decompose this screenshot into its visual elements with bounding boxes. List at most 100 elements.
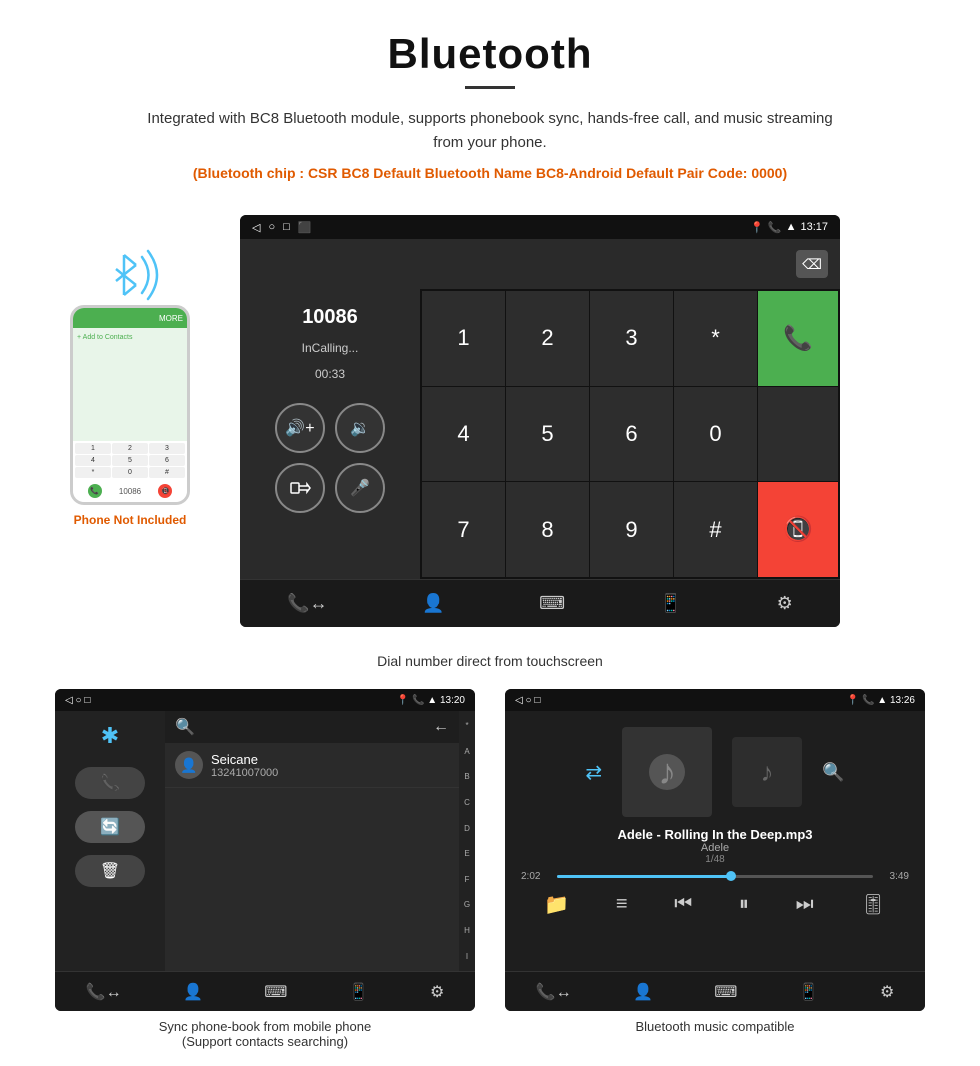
bluetooth-waves (90, 245, 170, 305)
dial-key-3[interactable]: 3 (590, 291, 673, 386)
phonebook-caption: Sync phone-book from mobile phone (Suppo… (149, 1011, 381, 1053)
key-star[interactable]: * (75, 467, 111, 478)
phone-call-button[interactable]: 📞 (88, 484, 102, 498)
phone-end-button[interactable]: 📵 (158, 484, 172, 498)
music-play-pause-icon[interactable]: ⏸ (739, 893, 749, 916)
key-3[interactable]: 3 (149, 443, 185, 454)
dial-key-2[interactable]: 2 (506, 291, 589, 386)
pb-delete-btn[interactable]: 🗑 (75, 855, 145, 887)
dial-key-hash[interactable]: # (674, 482, 757, 577)
volume-down-button[interactable]: 🔉 (335, 403, 385, 453)
pb-alpha-h[interactable]: H (464, 918, 470, 944)
pb-alpha-f[interactable]: F (465, 867, 470, 893)
key-2[interactable]: 2 (112, 443, 148, 454)
dial-key-9[interactable]: 9 (590, 482, 673, 577)
key-0[interactable]: 0 (112, 467, 148, 478)
pb-alpha-b[interactable]: B (464, 764, 469, 790)
nav-recent-icon: □ (283, 221, 290, 234)
music-nav-dialpad-icon[interactable]: ⌨ (714, 982, 737, 1002)
pb-content: ✱ 📞 🔄 🗑 🔍 ← 👤 (55, 711, 475, 971)
key-4[interactable]: 4 (75, 455, 111, 466)
pb-nav-bar: 📞↔ 👤 ⌨ 📱 ⚙ (55, 971, 475, 1011)
nav-settings-icon[interactable]: ⚙ (777, 593, 793, 614)
pb-call-btn[interactable]: 📞 (75, 767, 145, 799)
pb-contact-row[interactable]: 👤 Seicane 13241007000 (165, 743, 459, 788)
volume-up-button[interactable]: 🔊+ (275, 403, 325, 453)
pb-alpha-a[interactable]: A (464, 739, 469, 765)
phonebook-screen: ◁ ○ □ 📍 📞 ▲ 13:20 ✱ 📞 🔄 🗑 (55, 689, 475, 1011)
key-hash[interactable]: # (149, 467, 185, 478)
dial-key-8[interactable]: 8 (506, 482, 589, 577)
pb-alpha-g[interactable]: G (464, 892, 470, 918)
pb-call-icon: 📞 (412, 695, 424, 706)
dial-key-star[interactable]: * (674, 291, 757, 386)
music-total-time: 3:49 (881, 871, 909, 882)
music-current-time: 2:02 (521, 871, 549, 882)
page-header: Bluetooth Integrated with BC8 Bluetooth … (0, 0, 980, 195)
music-next-icon[interactable]: ⏭ (796, 893, 814, 916)
pb-nav-settings-icon[interactable]: ⚙ (430, 982, 444, 1002)
pb-nav-call-icon[interactable]: 📞↔ (86, 982, 122, 1002)
dial-key-6[interactable]: 6 (590, 387, 673, 482)
music-content: ⇄ ♪ ♪ 🔍 Adele - Rolling In the Deep.mp3 (505, 711, 925, 971)
music-folder-icon[interactable]: 📁 (544, 892, 569, 917)
shuffle-icon[interactable]: ⇄ (585, 727, 602, 817)
music-track-info: Adele - Rolling In the Deep.mp3 Adele 1/… (617, 827, 812, 865)
music-nav-contacts-icon[interactable]: 👤 (633, 982, 653, 1002)
music-nav-settings-icon[interactable]: ⚙ (880, 982, 894, 1002)
location-icon: 📍 (750, 221, 764, 234)
pb-avatar: 👤 (175, 751, 203, 779)
nav-phone-icon[interactable]: 📱 (660, 593, 682, 614)
dial-key-4[interactable]: 4 (422, 387, 505, 482)
pb-home-icon: ○ (75, 695, 81, 706)
pb-main: 🔍 ← 👤 Seicane 13241007000 (165, 711, 459, 971)
pb-alpha-d[interactable]: D (464, 815, 470, 841)
music-search-icon[interactable]: 🔍 (822, 727, 844, 817)
nav-contacts-icon[interactable]: 👤 (422, 593, 444, 614)
dial-key-0[interactable]: 0 (674, 387, 757, 482)
key-1[interactable]: 1 (75, 443, 111, 454)
key-6[interactable]: 6 (149, 455, 185, 466)
call-end-button[interactable]: 📵 (758, 482, 838, 577)
pb-search-icon: 🔍 (175, 717, 195, 737)
mic-button[interactable]: 🎤 (335, 463, 385, 513)
pb-nav-contacts-icon[interactable]: 👤 (183, 982, 203, 1002)
call-screen-content: 10086 InCalling... 00:33 🔊+ 🔉 (240, 239, 840, 579)
nav-call-transfer-icon[interactable]: 📞↔ (287, 593, 327, 614)
nav-dialpad-icon[interactable]: ⌨ (539, 593, 565, 614)
music-playlist-icon[interactable]: ≡ (616, 893, 628, 916)
dial-key-7[interactable]: 7 (422, 482, 505, 577)
dial-key-5[interactable]: 5 (506, 387, 589, 482)
music-nav-phone-icon[interactable]: 📱 (799, 982, 819, 1002)
music-nav-call-icon[interactable]: 📞↔ (536, 982, 572, 1002)
pb-alpha-c[interactable]: C (464, 790, 470, 816)
keypad-delete-button[interactable]: ⌫ (796, 250, 828, 278)
music-prev-icon[interactable]: ⏮ (674, 893, 692, 916)
pb-nav-dialpad-icon[interactable]: ⌨ (264, 982, 287, 1002)
specs-text: (Bluetooth chip : CSR BC8 Default Blueto… (140, 165, 840, 181)
android-status-bar: ◁ ○ □ ⬛ 📍 📞 ▲ 13:17 (240, 215, 840, 239)
keypad-area: ⌫ 1 2 3 * 📞 4 5 6 0 7 (420, 239, 840, 579)
phone-number-display: 10086 (119, 487, 141, 496)
dial-key-1[interactable]: 1 (422, 291, 505, 386)
pb-alpha-star[interactable]: * (465, 713, 468, 739)
call-accept-button[interactable]: 📞 (758, 291, 838, 386)
music-equalizer-icon[interactable]: 🎚 (860, 892, 885, 917)
status-left: ◁ ○ □ ⬛ (252, 221, 311, 234)
title-underline (465, 86, 515, 89)
pb-sync-btn[interactable]: 🔄 (75, 811, 145, 843)
pb-alpha-e[interactable]: E (464, 841, 469, 867)
nav-back-icon: ◁ (252, 221, 260, 234)
pb-alpha-i[interactable]: I (466, 943, 468, 969)
pb-alpha-sidebar: * A B C D E F G H I (459, 711, 475, 971)
music-progress-bar[interactable] (557, 875, 873, 878)
pb-wifi-icon: ▲ (427, 695, 437, 706)
pb-search-bar: 🔍 ← (165, 711, 459, 743)
transfer-button[interactable] (275, 463, 325, 513)
pb-back-arrow-icon: ← (433, 718, 449, 736)
key-5[interactable]: 5 (112, 455, 148, 466)
page-title: Bluetooth (20, 30, 960, 78)
placeholder-key (758, 387, 838, 482)
pb-bluetooth-icon: ✱ (101, 723, 119, 749)
pb-nav-phone-icon[interactable]: 📱 (349, 982, 369, 1002)
